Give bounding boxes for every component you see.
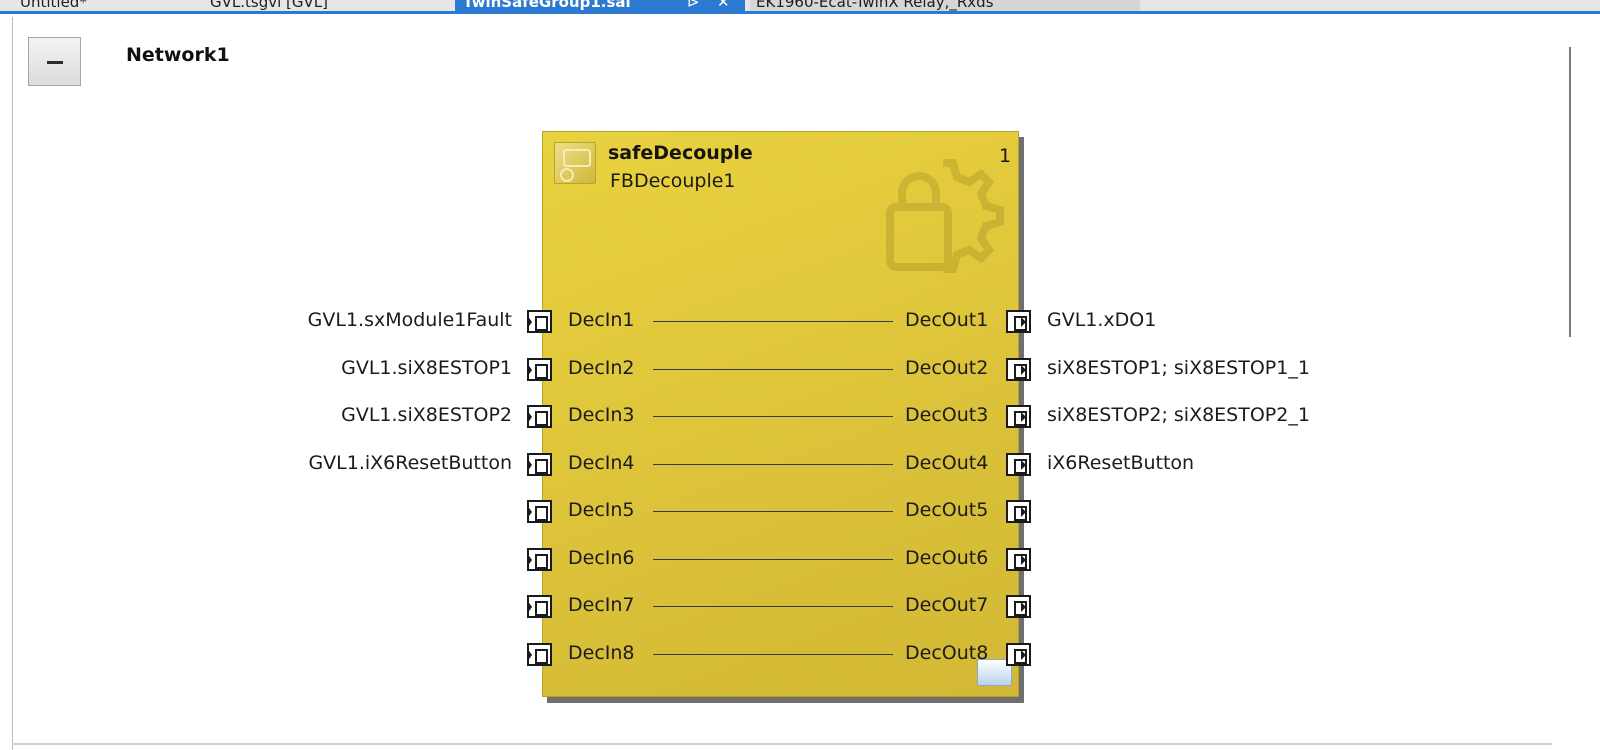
input-pin-name: DecIn3 — [568, 404, 635, 426]
input-pin-name: DecIn5 — [568, 499, 635, 521]
vertical-scrollbar[interactable] — [1552, 17, 1600, 750]
input-pin-name: DecIn1 — [568, 309, 635, 331]
output-pin-connector-icon[interactable] — [1006, 405, 1031, 428]
tab-label: TwinSafeGroup1.sal — [463, 0, 631, 11]
input-pin-connector-icon[interactable] — [527, 358, 552, 381]
output-pin-name: DecOut7 — [905, 594, 989, 616]
function-block-instance-name[interactable]: FBDecouple1 — [610, 170, 736, 192]
internal-wire — [653, 369, 893, 370]
output-pin-name: DecOut8 — [905, 642, 989, 664]
safety-lock-gear-watermark-icon — [886, 159, 1004, 273]
function-block-type: safeDecouple — [608, 142, 753, 164]
minus-icon — [47, 61, 63, 64]
input-pin-connector-icon[interactable] — [527, 453, 552, 476]
network-bottom-divider — [12, 743, 1552, 745]
tab-twinsafegroup-active[interactable]: TwinSafeGroup1.sal ⊳ ✕ — [455, 0, 745, 11]
output-pin-name: DecOut1 — [905, 309, 989, 331]
output-pin-connector-icon[interactable] — [1006, 548, 1031, 571]
output-pin-connector-icon[interactable] — [1006, 643, 1031, 666]
output-variable-assignment[interactable]: iX6ResetButton — [1047, 452, 1194, 474]
input-pin-connector-icon[interactable] — [527, 500, 552, 523]
output-pin-connector-icon[interactable] — [1006, 453, 1031, 476]
output-variable-assignment[interactable]: siX8ESTOP2; siX8ESTOP2_1 — [1047, 404, 1310, 426]
close-tab-icon[interactable]: ✕ — [717, 0, 730, 11]
internal-wire — [653, 559, 893, 560]
internal-wire — [653, 654, 893, 655]
tab-ek1960[interactable]: EK1960-Ecat-TwinX Relay,_Rxds — [750, 0, 1140, 11]
internal-wire — [653, 321, 893, 322]
input-pin-connector-icon[interactable] — [527, 595, 552, 618]
input-variable-assignment[interactable]: GVL1.sxModule1Fault — [308, 309, 512, 331]
tab-untitled[interactable]: Untitled* — [20, 0, 87, 11]
input-pin-name: DecIn6 — [568, 547, 635, 569]
output-pin-name: DecOut3 — [905, 404, 989, 426]
output-pin-connector-icon[interactable] — [1006, 358, 1031, 381]
output-pin-connector-icon[interactable] — [1006, 500, 1031, 523]
output-pin-name: DecOut5 — [905, 499, 989, 521]
input-pin-name: DecIn8 — [568, 642, 635, 664]
input-pin-name: DecIn4 — [568, 452, 635, 474]
document-tab-strip: Untitled* GVL.tsgvl [GVL] TwinSafeGroup1… — [0, 0, 1600, 14]
internal-wire — [653, 511, 893, 512]
output-variable-assignment[interactable]: siX8ESTOP1; siX8ESTOP1_1 — [1047, 357, 1310, 379]
output-pin-name: DecOut6 — [905, 547, 989, 569]
output-pin-connector-icon[interactable] — [1006, 595, 1031, 618]
output-pin-connector-icon[interactable] — [1006, 310, 1031, 333]
output-variable-assignment[interactable]: GVL1.xDO1 — [1047, 309, 1156, 331]
network-title: Network1 — [126, 44, 230, 66]
output-pin-name: DecOut4 — [905, 452, 989, 474]
input-pin-connector-icon[interactable] — [527, 310, 552, 333]
pin-tab-icon[interactable]: ⊳ — [687, 0, 700, 11]
output-pin-name: DecOut2 — [905, 357, 989, 379]
internal-wire — [653, 464, 893, 465]
input-pin-connector-icon[interactable] — [527, 405, 552, 428]
collapse-network-button[interactable] — [28, 37, 81, 86]
tab-gvl[interactable]: GVL.tsgvl [GVL] — [210, 0, 328, 11]
input-variable-assignment[interactable]: GVL1.iX6ResetButton — [308, 452, 512, 474]
input-pin-name: DecIn2 — [568, 357, 635, 379]
input-variable-assignment[interactable]: GVL1.siX8ESTOP1 — [341, 357, 512, 379]
input-pin-connector-icon[interactable] — [527, 643, 552, 666]
internal-wire — [653, 606, 893, 607]
input-pin-connector-icon[interactable] — [527, 548, 552, 571]
input-variable-assignment[interactable]: GVL1.siX8ESTOP2 — [341, 404, 512, 426]
input-pin-name: DecIn7 — [568, 594, 635, 616]
scrollbar-thumb[interactable] — [1569, 47, 1571, 337]
function-block-icon — [554, 142, 596, 184]
internal-wire — [653, 416, 893, 417]
